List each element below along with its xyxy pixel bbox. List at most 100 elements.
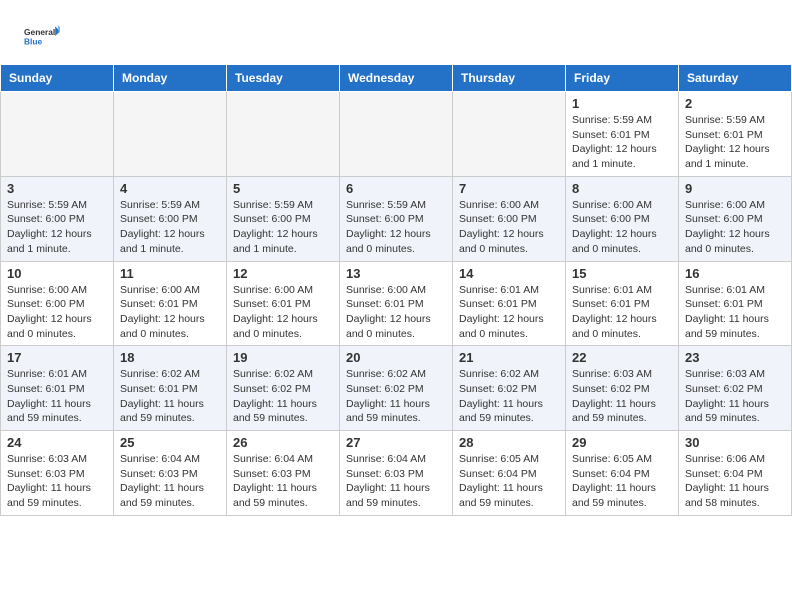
calendar-cell: 14 Sunrise: 6:01 AMSunset: 6:01 PMDayligh… xyxy=(453,261,566,346)
day-info: Sunrise: 6:03 AMSunset: 6:02 PMDaylight:… xyxy=(685,367,785,426)
calendar-cell: 13Sunrise: 6:00 AMSunset: 6:01 PMDayligh… xyxy=(340,261,453,346)
day-number: 19 xyxy=(233,350,333,365)
calendar-cell: 5 Sunrise: 5:59 AMSunset: 6:00 PMDaylight… xyxy=(227,176,340,261)
day-info: Sunrise: 6:04 AMSunset: 6:03 PMDaylight:… xyxy=(120,452,220,511)
day-info: Sunrise: 6:00 AMSunset: 6:00 PMDaylight:… xyxy=(685,198,785,257)
logo-graphic: General Blue xyxy=(24,18,60,54)
weekday-header-monday: Monday xyxy=(114,65,227,92)
day-info: Sunrise: 6:03 AMSunset: 6:03 PMDaylight:… xyxy=(7,452,107,511)
day-info: Sunrise: 6:05 AMSunset: 6:04 PMDaylight:… xyxy=(459,452,559,511)
day-info: Sunrise: 5:59 AMSunset: 6:00 PMDaylight:… xyxy=(346,198,446,257)
calendar-cell: 30Sunrise: 6:06 AMSunset: 6:04 PMDayligh… xyxy=(679,431,792,516)
day-number: 25 xyxy=(120,435,220,450)
day-number: 14 xyxy=(459,266,559,281)
day-number: 17 xyxy=(7,350,107,365)
calendar-cell: 11 Sunrise: 6:00 AMSunset: 6:01 PMDayligh… xyxy=(114,261,227,346)
day-number: 7 xyxy=(459,181,559,196)
day-number: 1 xyxy=(572,96,672,111)
day-info: Sunrise: 5:59 AMSunset: 6:00 PMDaylight:… xyxy=(7,198,107,257)
day-number: 13 xyxy=(346,266,446,281)
day-info: Sunrise: 5:59 AMSunset: 6:00 PMDaylight:… xyxy=(120,198,220,257)
day-number: 28 xyxy=(459,435,559,450)
day-info: Sunrise: 5:59 AMSunset: 6:00 PMDaylight:… xyxy=(233,198,333,257)
calendar-cell: 10 Sunrise: 6:00 AMSunset: 6:00 PMDayligh… xyxy=(1,261,114,346)
day-number: 23 xyxy=(685,350,785,365)
calendar-cell: 4 Sunrise: 5:59 AMSunset: 6:00 PMDaylight… xyxy=(114,176,227,261)
calendar-cell: 1Sunrise: 5:59 AMSunset: 6:01 PMDaylight… xyxy=(566,92,679,177)
day-info: Sunrise: 6:00 AMSunset: 6:00 PMDaylight:… xyxy=(572,198,672,257)
day-info: Sunrise: 6:02 AMSunset: 6:02 PMDaylight:… xyxy=(459,367,559,426)
day-info: Sunrise: 6:02 AMSunset: 6:02 PMDaylight:… xyxy=(233,367,333,426)
calendar-cell: 23 Sunrise: 6:03 AMSunset: 6:02 PMDayligh… xyxy=(679,346,792,431)
day-number: 6 xyxy=(346,181,446,196)
calendar-week-row: 3 Sunrise: 5:59 AMSunset: 6:00 PMDaylight… xyxy=(1,176,792,261)
day-info: Sunrise: 6:01 AMSunset: 6:01 PMDaylight:… xyxy=(459,283,559,342)
calendar-cell xyxy=(340,92,453,177)
weekday-header-wednesday: Wednesday xyxy=(340,65,453,92)
weekday-header-tuesday: Tuesday xyxy=(227,65,340,92)
weekday-header-thursday: Thursday xyxy=(453,65,566,92)
calendar-cell: 6 Sunrise: 5:59 AMSunset: 6:00 PMDaylight… xyxy=(340,176,453,261)
calendar-page: General Blue SundayMondayTuesdayWednesda… xyxy=(0,0,792,612)
day-info: Sunrise: 6:04 AMSunset: 6:03 PMDaylight:… xyxy=(346,452,446,511)
day-number: 8 xyxy=(572,181,672,196)
calendar-cell: 22 Sunrise: 6:03 AMSunset: 6:02 PMDayligh… xyxy=(566,346,679,431)
calendar-week-row: 24 Sunrise: 6:03 AMSunset: 6:03 PMDayligh… xyxy=(1,431,792,516)
day-number: 27 xyxy=(346,435,446,450)
weekday-header-sunday: Sunday xyxy=(1,65,114,92)
day-number: 29 xyxy=(572,435,672,450)
day-number: 20 xyxy=(346,350,446,365)
day-info: Sunrise: 6:00 AMSunset: 6:00 PMDaylight:… xyxy=(459,198,559,257)
logo: General Blue xyxy=(24,18,60,54)
day-number: 26 xyxy=(233,435,333,450)
day-number: 30 xyxy=(685,435,785,450)
day-number: 18 xyxy=(120,350,220,365)
calendar-cell: 2Sunrise: 5:59 AMSunset: 6:01 PMDaylight… xyxy=(679,92,792,177)
day-info: Sunrise: 6:00 AMSunset: 6:01 PMDaylight:… xyxy=(233,283,333,342)
day-number: 9 xyxy=(685,181,785,196)
day-info: Sunrise: 6:02 AMSunset: 6:02 PMDaylight:… xyxy=(346,367,446,426)
svg-text:General: General xyxy=(24,27,55,37)
day-number: 11 xyxy=(120,266,220,281)
page-header: General Blue xyxy=(0,0,792,64)
calendar-cell: 21Sunrise: 6:02 AMSunset: 6:02 PMDayligh… xyxy=(453,346,566,431)
day-info: Sunrise: 6:03 AMSunset: 6:02 PMDaylight:… xyxy=(572,367,672,426)
day-number: 16 xyxy=(685,266,785,281)
calendar-cell xyxy=(1,92,114,177)
day-number: 4 xyxy=(120,181,220,196)
calendar-cell: 8 Sunrise: 6:00 AMSunset: 6:00 PMDaylight… xyxy=(566,176,679,261)
calendar-cell: 17 Sunrise: 6:01 AMSunset: 6:01 PMDayligh… xyxy=(1,346,114,431)
weekday-header-row: SundayMondayTuesdayWednesdayThursdayFrid… xyxy=(1,65,792,92)
day-info: Sunrise: 6:02 AMSunset: 6:01 PMDaylight:… xyxy=(120,367,220,426)
logo-text: General Blue xyxy=(24,18,60,54)
calendar-cell xyxy=(227,92,340,177)
calendar-week-row: 1 Sunrise: 5:59 AMSunset: 6:01 PMDaylight… xyxy=(1,92,792,177)
day-info: Sunrise: 6:00 AMSunset: 6:00 PMDaylight:… xyxy=(7,283,107,342)
weekday-header-friday: Friday xyxy=(566,65,679,92)
calendar-cell xyxy=(114,92,227,177)
day-info: Sunrise: 6:00 AMSunset: 6:01 PMDaylight:… xyxy=(120,283,220,342)
calendar-table: SundayMondayTuesdayWednesdayThursdayFrid… xyxy=(0,64,792,516)
day-number: 3 xyxy=(7,181,107,196)
calendar-cell: 29 Sunrise: 6:05 AMSunset: 6:04 PMDayligh… xyxy=(566,431,679,516)
day-info: Sunrise: 5:59 AMSunset: 6:01 PMDaylight:… xyxy=(685,113,785,172)
day-number: 22 xyxy=(572,350,672,365)
day-info: Sunrise: 6:01 AMSunset: 6:01 PMDaylight:… xyxy=(685,283,785,342)
calendar-cell xyxy=(453,92,566,177)
day-number: 15 xyxy=(572,266,672,281)
calendar-cell: 19 Sunrise: 6:02 AMSunset: 6:02 PMDayligh… xyxy=(227,346,340,431)
day-info: Sunrise: 6:01 AMSunset: 6:01 PMDaylight:… xyxy=(572,283,672,342)
calendar-cell: 16 Sunrise: 6:01 AMSunset: 6:01 PMDayligh… xyxy=(679,261,792,346)
day-info: Sunrise: 6:01 AMSunset: 6:01 PMDaylight:… xyxy=(7,367,107,426)
calendar-cell: 18 Sunrise: 6:02 AMSunset: 6:01 PMDayligh… xyxy=(114,346,227,431)
weekday-header-saturday: Saturday xyxy=(679,65,792,92)
day-number: 10 xyxy=(7,266,107,281)
calendar-cell: 12 Sunrise: 6:00 AMSunset: 6:01 PMDayligh… xyxy=(227,261,340,346)
calendar-cell: 26 Sunrise: 6:04 AMSunset: 6:03 PMDayligh… xyxy=(227,431,340,516)
day-info: Sunrise: 6:05 AMSunset: 6:04 PMDaylight:… xyxy=(572,452,672,511)
day-info: Sunrise: 6:04 AMSunset: 6:03 PMDaylight:… xyxy=(233,452,333,511)
day-number: 12 xyxy=(233,266,333,281)
calendar-cell: 27 Sunrise: 6:04 AMSunset: 6:03 PMDayligh… xyxy=(340,431,453,516)
day-number: 5 xyxy=(233,181,333,196)
day-number: 24 xyxy=(7,435,107,450)
